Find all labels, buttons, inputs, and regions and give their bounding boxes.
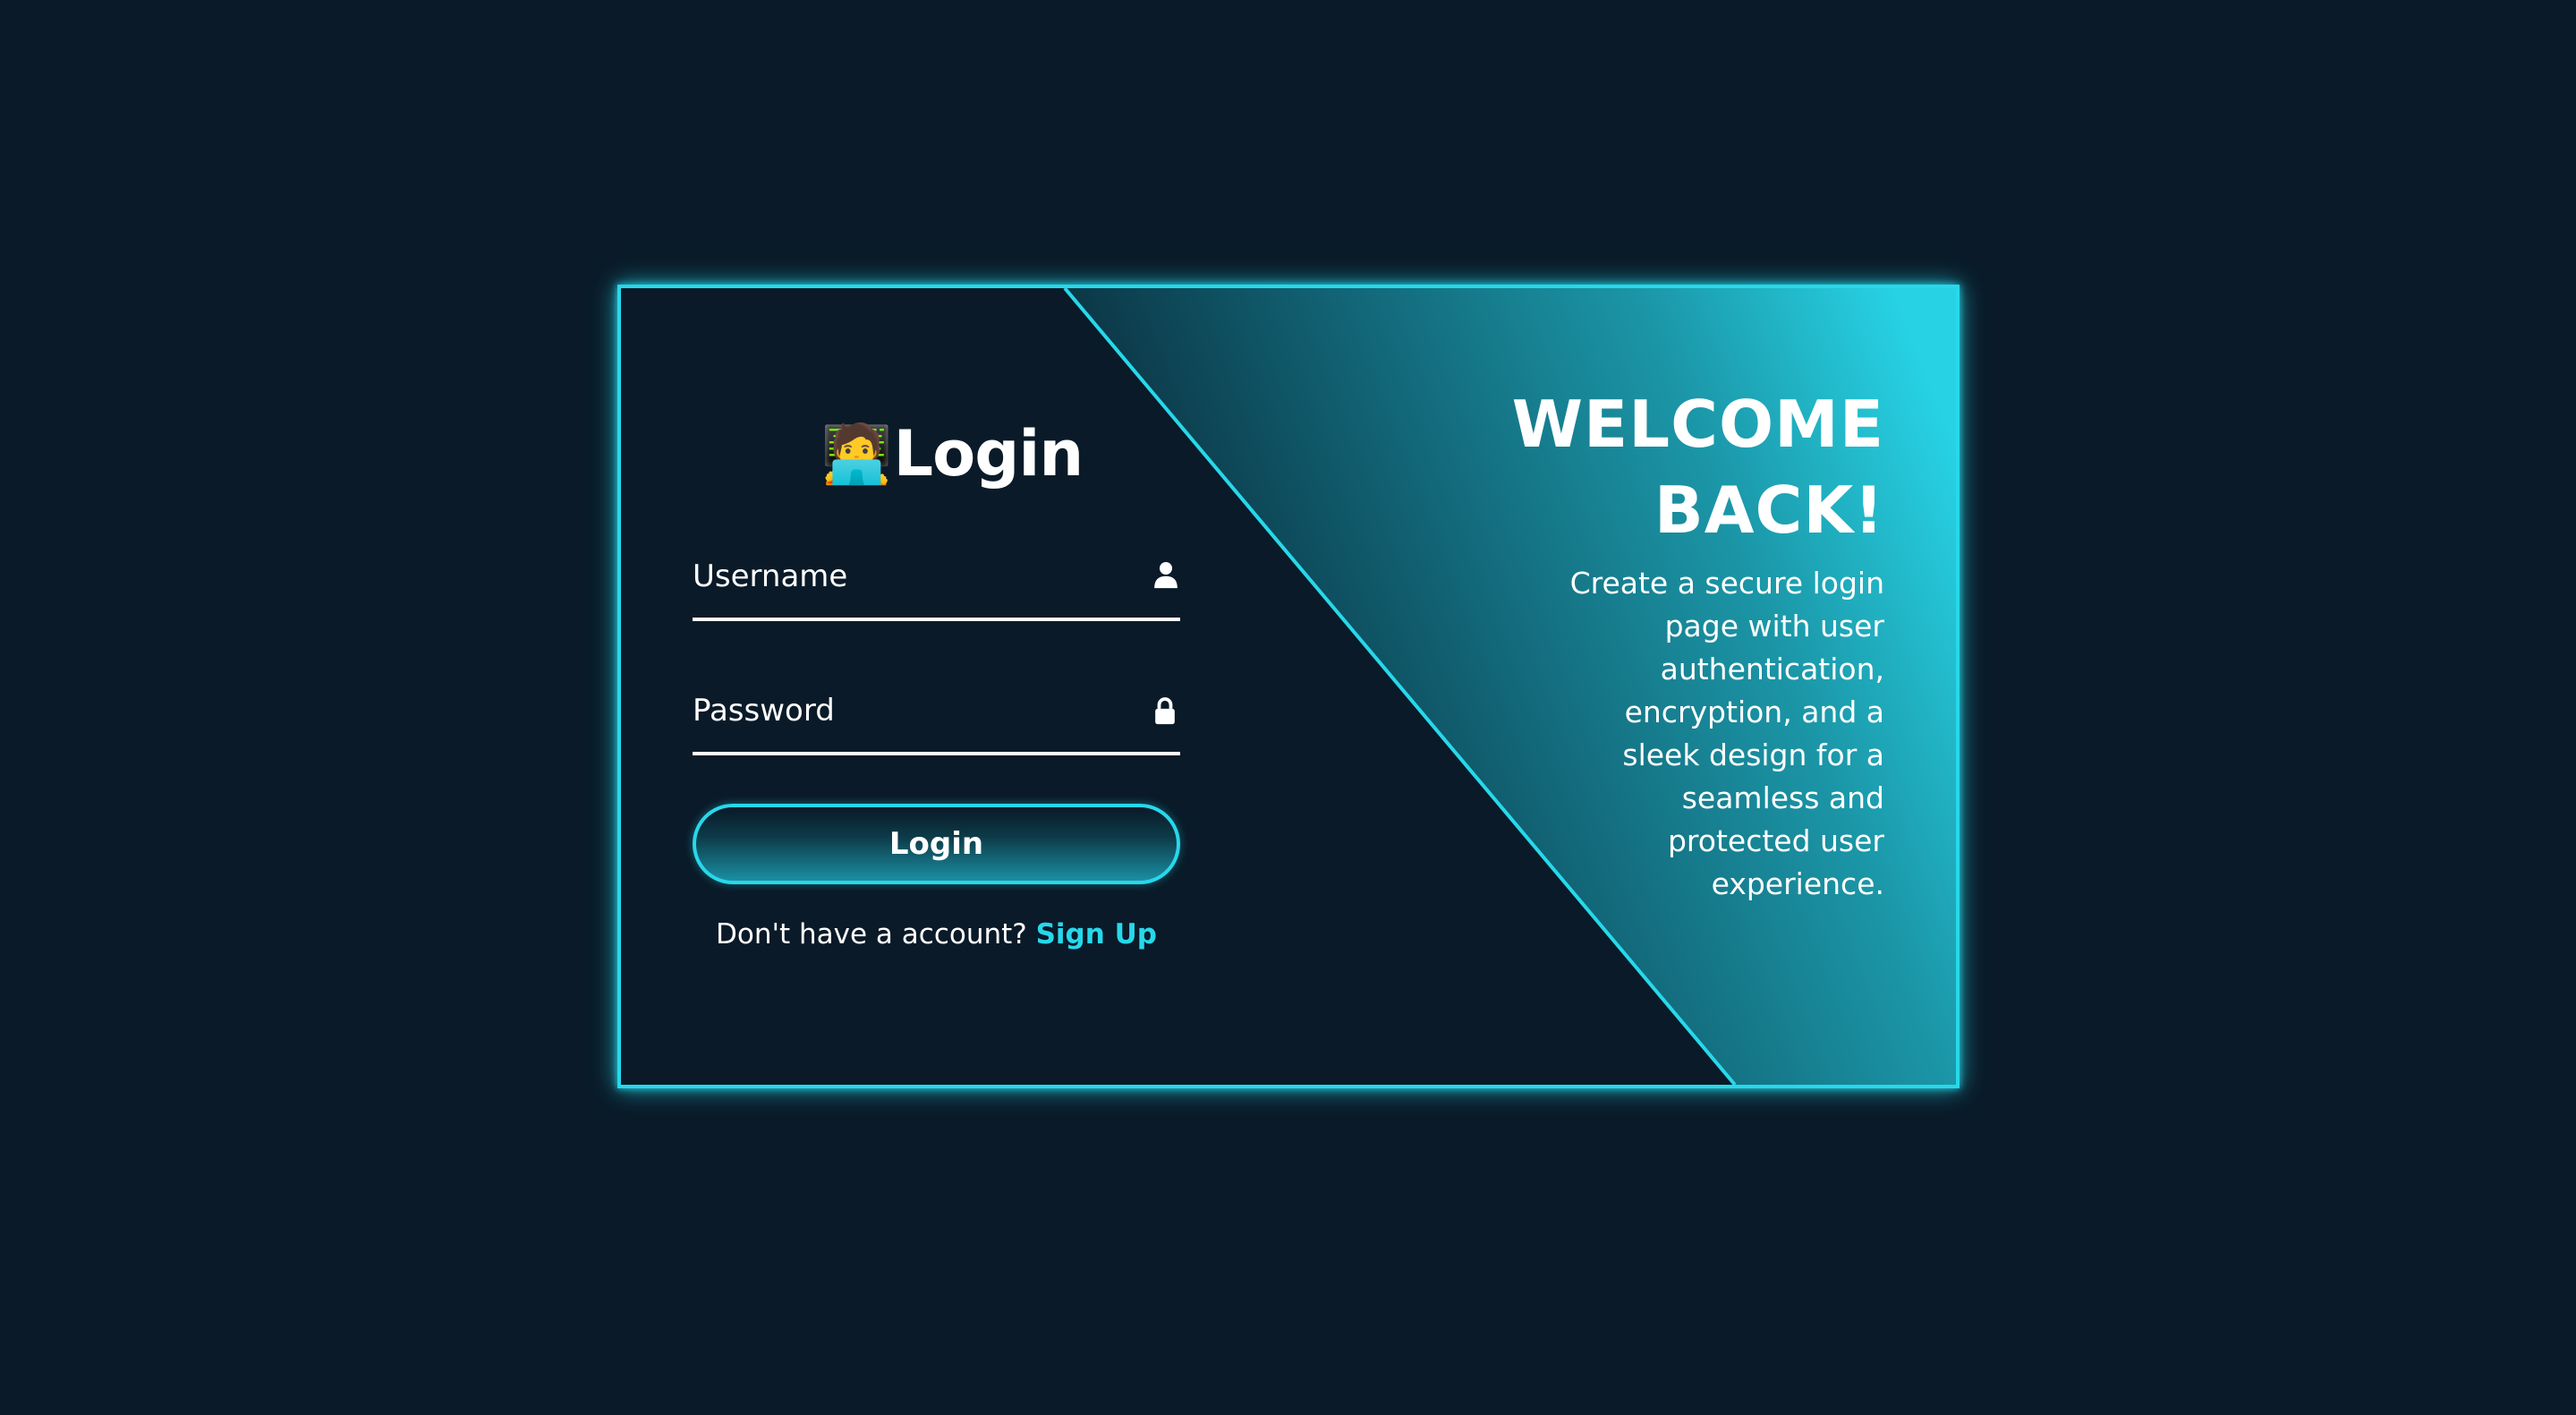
form-overlay: Username Password Login Don't have a acc…	[617, 285, 1960, 1088]
welcome-text-line: authentication,	[1660, 652, 1884, 686]
username-input[interactable]: Username	[693, 541, 1180, 621]
welcome-text-line: encryption, and a	[1624, 695, 1884, 729]
password-placeholder: Password	[693, 693, 835, 729]
user-icon	[1154, 562, 1177, 589]
welcome-text-line: experience.	[1711, 866, 1884, 901]
welcome-text-line: page with user	[1664, 609, 1884, 644]
signup-prompt-text: Don't have a account?	[716, 918, 1027, 950]
welcome-text-line: protected user	[1667, 823, 1884, 858]
welcome-title-line2: BACK!	[1654, 473, 1884, 548]
welcome-section: WELCOME BACK! Create a secure login page…	[1509, 381, 1884, 906]
welcome-title: WELCOME BACK!	[1509, 381, 1884, 553]
welcome-text-line: sleek design for a	[1622, 737, 1884, 772]
lock-icon	[1155, 697, 1175, 725]
password-input[interactable]: Password	[693, 675, 1180, 755]
welcome-title-line1: WELCOME	[1511, 387, 1884, 462]
welcome-description: Create a secure login page with user aut…	[1509, 562, 1884, 906]
username-placeholder: Username	[693, 558, 848, 594]
login-button[interactable]: Login	[693, 804, 1180, 884]
welcome-text-line: Create a secure login	[1569, 566, 1884, 601]
welcome-text-line: seamless and	[1681, 780, 1884, 815]
signup-prompt: Don't have a account? Sign Up	[693, 918, 1180, 950]
signup-link[interactable]: Sign Up	[1036, 918, 1157, 950]
